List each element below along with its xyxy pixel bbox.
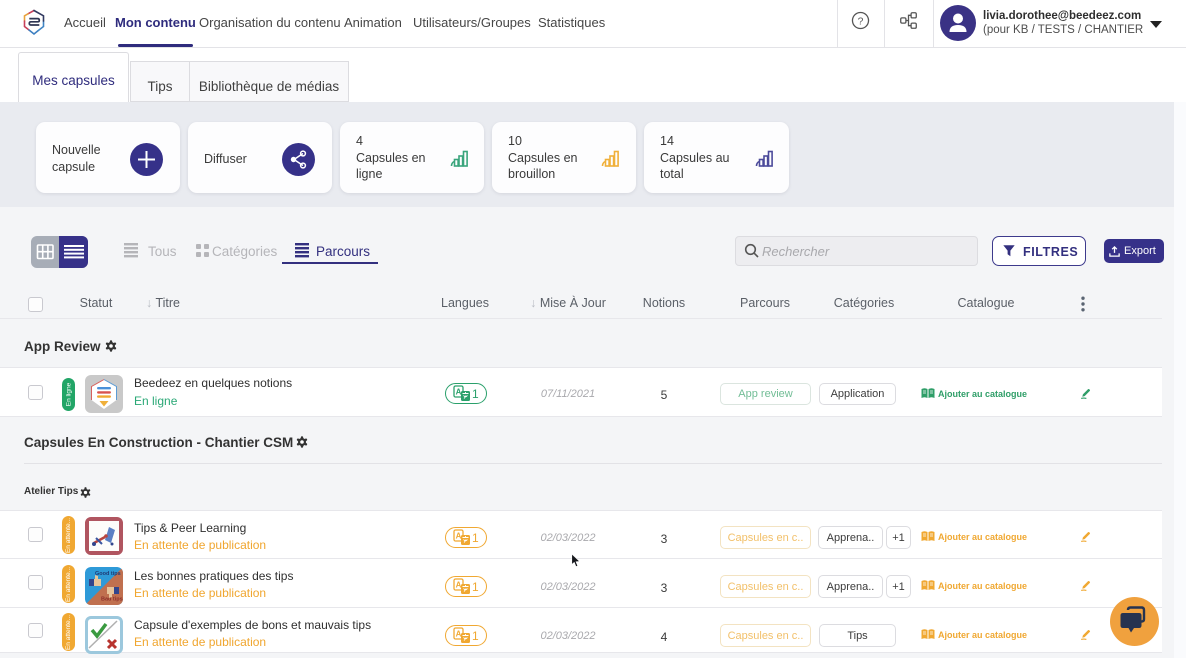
svg-text:A: A <box>456 532 462 541</box>
svg-text:A: A <box>456 388 462 397</box>
svg-text:Good tips: Good tips <box>95 571 121 577</box>
svg-text:A: A <box>456 630 462 639</box>
svg-text:A: A <box>456 581 462 590</box>
svg-text:?: ? <box>858 16 864 27</box>
svg-text:Bad tips: Bad tips <box>101 597 123 603</box>
